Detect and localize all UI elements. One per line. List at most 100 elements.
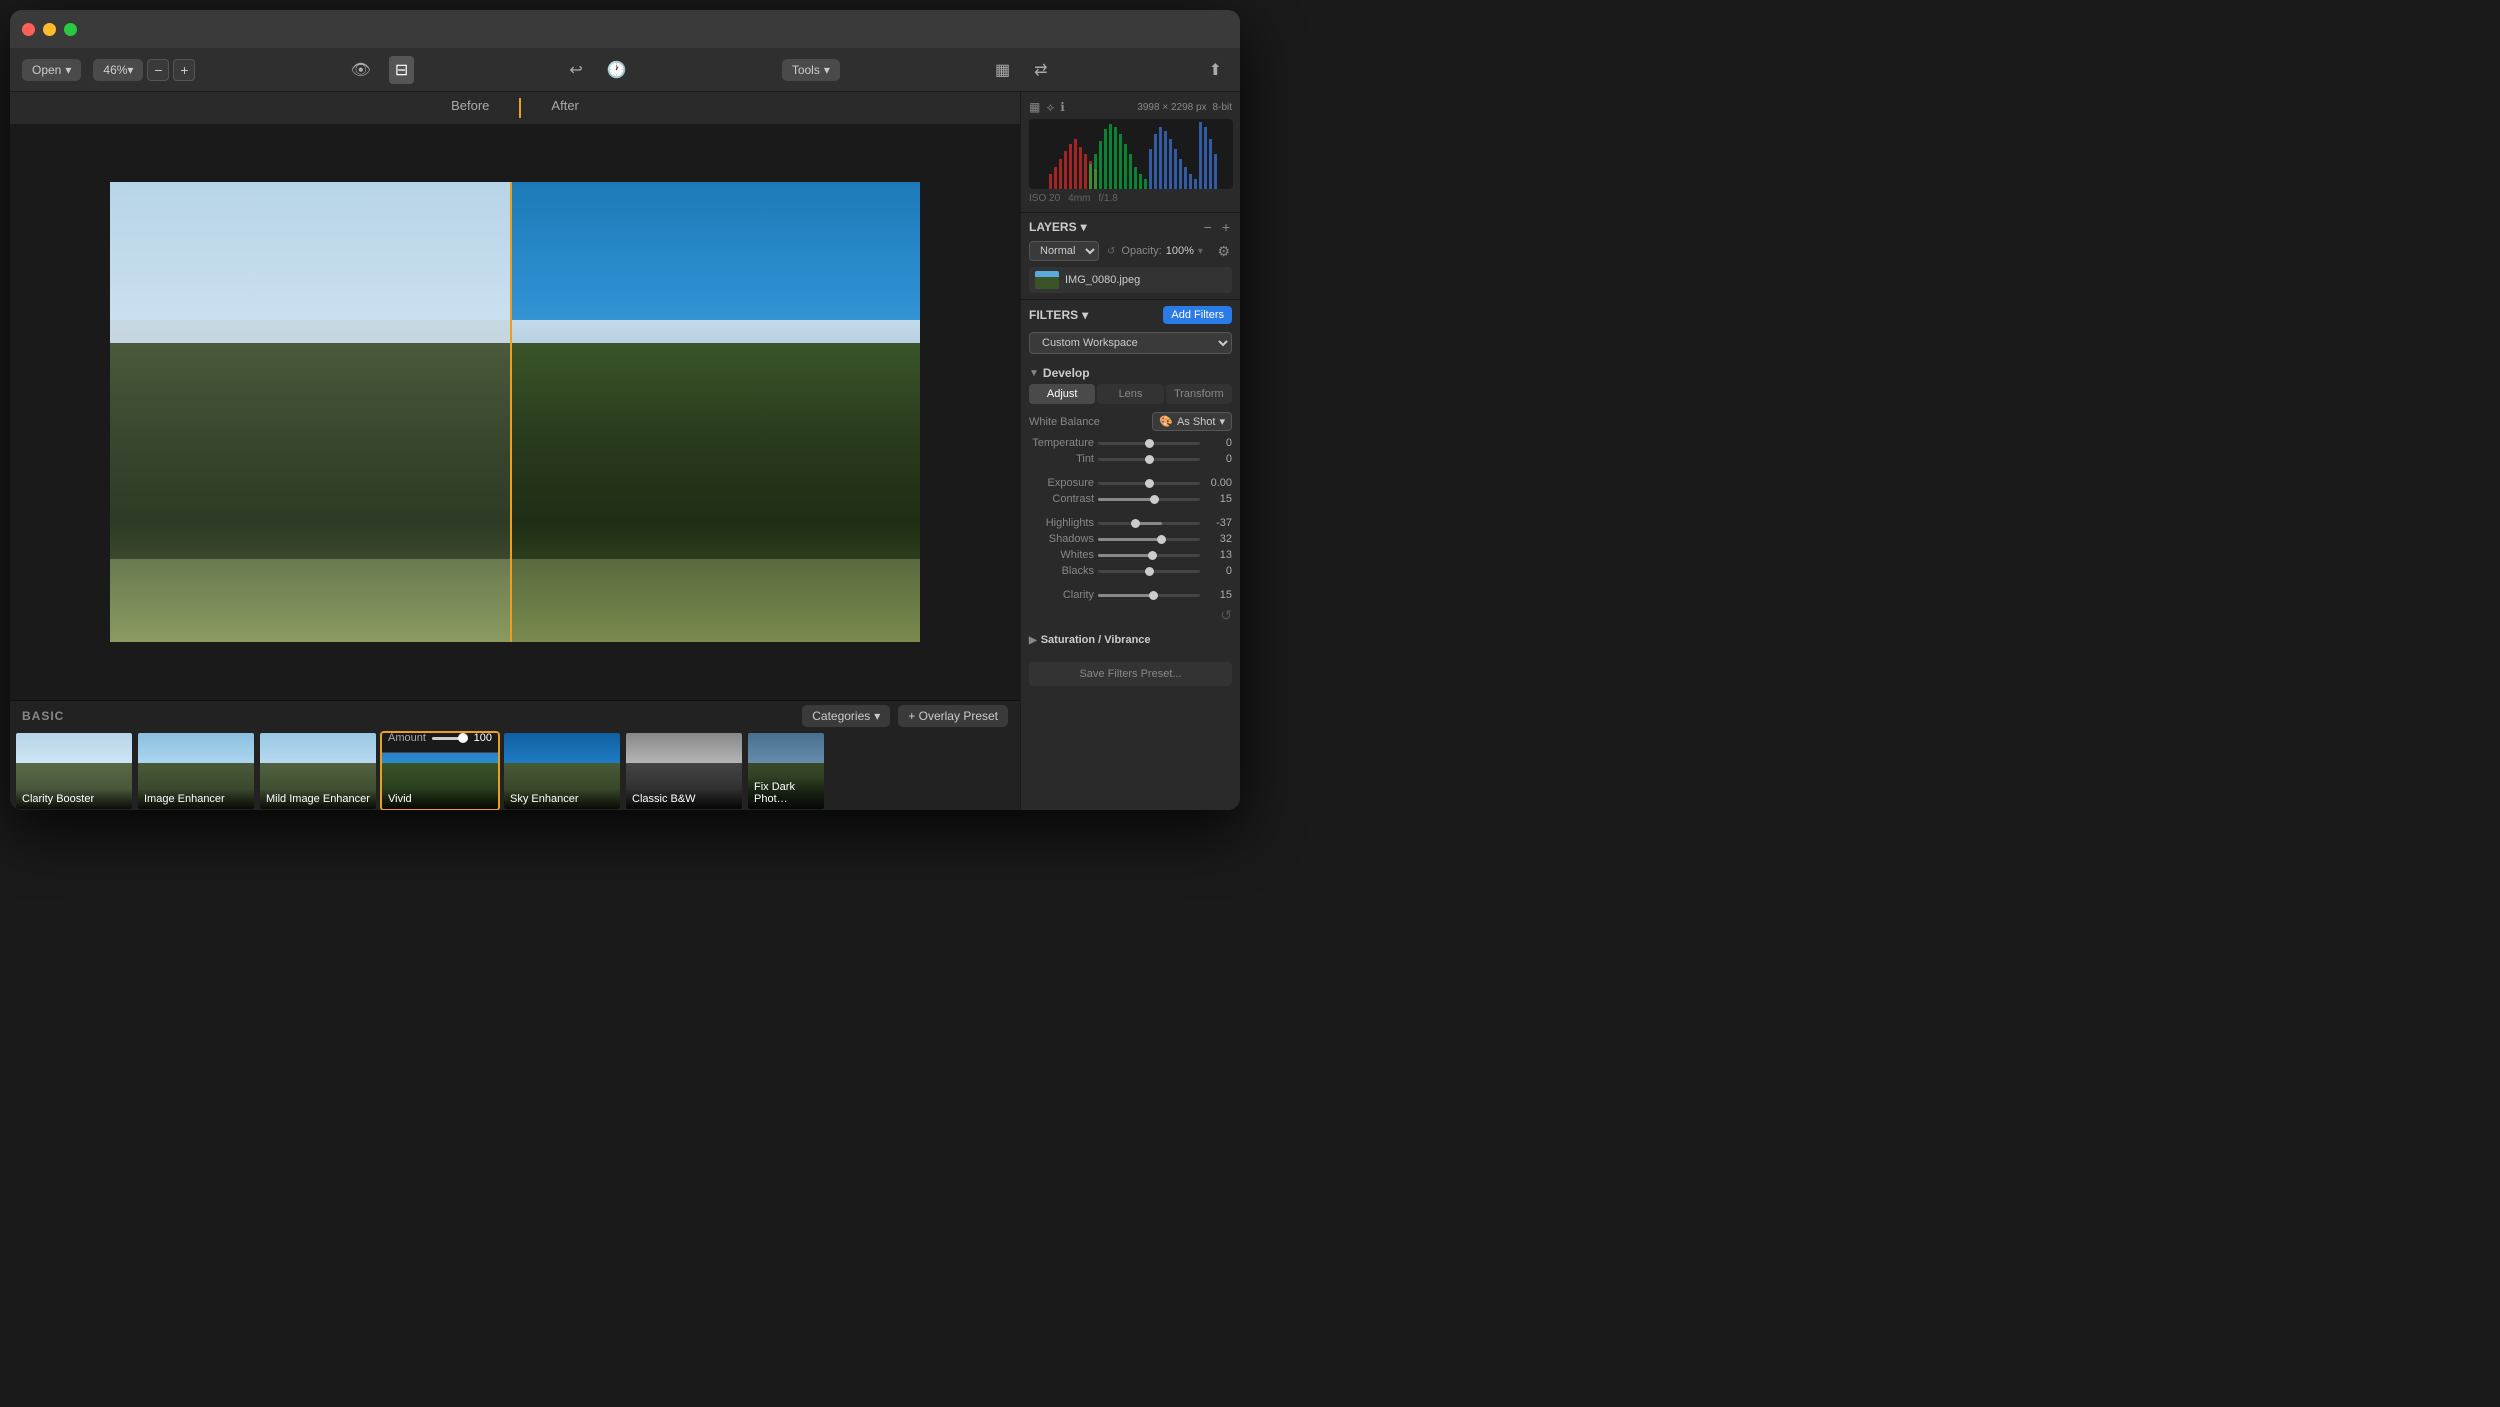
bottom-strip: BASIC Categories ▾ + Overlay Preset bbox=[10, 700, 1020, 810]
layers-add-button[interactable]: + bbox=[1220, 219, 1232, 235]
blacks-thumb bbox=[1145, 567, 1154, 576]
blend-mode-select[interactable]: Normal bbox=[1029, 241, 1099, 261]
workspace-select[interactable]: Custom Workspace bbox=[1029, 332, 1232, 354]
wb-icon: 🎨 bbox=[1159, 415, 1173, 428]
layers-minimize-button[interactable]: − bbox=[1202, 219, 1214, 235]
amount-popup: Amount 100 bbox=[380, 731, 500, 753]
highlights-value: -37 bbox=[1204, 517, 1232, 529]
filters-section: FILTERS ▾ Add Filters Custom Workspace ▼… bbox=[1021, 300, 1240, 810]
clarity-thumb bbox=[1149, 591, 1158, 600]
opacity-row: Opacity: 100% ▾ bbox=[1121, 245, 1209, 257]
histogram-info: ▦ ⟡ ℹ 3998 × 2298 px 8-bit bbox=[1029, 100, 1232, 115]
clarity-row: Clarity 15 bbox=[1029, 589, 1232, 601]
white-balance-row: White Balance 🎨 As Shot ▾ bbox=[1029, 412, 1232, 431]
preset-clarity-booster[interactable]: Clarity Booster bbox=[14, 731, 134, 810]
whites-slider[interactable] bbox=[1098, 554, 1200, 557]
clarity-label: Clarity bbox=[1029, 589, 1094, 601]
preset-classic-bw[interactable]: Classic B&W bbox=[624, 731, 744, 810]
close-button[interactable] bbox=[22, 23, 35, 36]
amount-slider[interactable] bbox=[432, 737, 468, 740]
adjustments-toggle-button[interactable]: ⇄ bbox=[1028, 56, 1053, 84]
layer-item[interactable]: IMG_0080.jpeg bbox=[1029, 267, 1232, 293]
after-ground bbox=[510, 559, 920, 642]
tint-label: Tint bbox=[1029, 453, 1094, 465]
clarity-value: 15 bbox=[1204, 589, 1232, 601]
white-balance-label: White Balance bbox=[1029, 416, 1100, 428]
preset-clarity-booster-label: Clarity Booster bbox=[16, 789, 132, 809]
add-filters-button[interactable]: Add Filters bbox=[1163, 306, 1232, 324]
saturation-arrow-icon: ▶ bbox=[1029, 635, 1037, 646]
open-button[interactable]: Open ▾ bbox=[22, 59, 81, 81]
preset-vivid[interactable]: Amount 100 Vivid bbox=[380, 731, 500, 810]
contrast-value: 15 bbox=[1204, 493, 1232, 505]
contrast-slider[interactable] bbox=[1098, 498, 1200, 501]
minimize-button[interactable] bbox=[43, 23, 56, 36]
develop-arrow-icon: ▼ bbox=[1029, 368, 1039, 379]
zoom-out-button[interactable]: − bbox=[147, 59, 169, 81]
focal-length: 4mm bbox=[1068, 193, 1090, 204]
titlebar bbox=[10, 10, 1240, 48]
layers-title[interactable]: LAYERS ▾ bbox=[1029, 220, 1087, 234]
tint-slider[interactable] bbox=[1098, 458, 1200, 461]
develop-label: Develop bbox=[1043, 366, 1090, 380]
save-filters-preset-button[interactable]: Save Filters Preset... bbox=[1029, 662, 1232, 686]
tab-adjust[interactable]: Adjust bbox=[1029, 384, 1095, 404]
shadows-slider[interactable] bbox=[1098, 538, 1200, 541]
tab-lens[interactable]: Lens bbox=[1097, 384, 1163, 404]
before-after-container bbox=[110, 182, 920, 642]
white-balance-select[interactable]: 🎨 As Shot ▾ bbox=[1152, 412, 1232, 431]
exposure-slider[interactable] bbox=[1098, 482, 1200, 485]
preset-fix-dark[interactable]: Fix Dark Phot… bbox=[746, 731, 826, 810]
preset-image-enhancer-label: Image Enhancer bbox=[138, 789, 254, 809]
categories-button[interactable]: Categories ▾ bbox=[802, 705, 890, 727]
tint-thumb bbox=[1145, 455, 1154, 464]
preset-vivid-label: Vivid bbox=[382, 789, 498, 809]
blend-mode-row: Normal ↺ Opacity: 100% ▾ ⚙ bbox=[1029, 241, 1232, 261]
highlights-slider[interactable] bbox=[1098, 522, 1200, 525]
image-viewer[interactable] bbox=[10, 124, 1020, 700]
contrast-thumb bbox=[1150, 495, 1159, 504]
temperature-slider[interactable] bbox=[1098, 442, 1200, 445]
histogram-icons: ▦ ⟡ ℹ bbox=[1029, 100, 1065, 115]
waveform-icon[interactable]: ⟡ bbox=[1046, 100, 1054, 115]
presets-strip: Clarity Booster Image Enhancer bbox=[10, 731, 1020, 810]
saturation-header[interactable]: ▶ Saturation / Vibrance bbox=[1029, 630, 1232, 650]
after-label: After bbox=[521, 98, 608, 118]
tab-transform[interactable]: Transform bbox=[1166, 384, 1232, 404]
highlights-label: Highlights bbox=[1029, 517, 1094, 529]
preset-image-enhancer[interactable]: Image Enhancer bbox=[136, 731, 256, 810]
clarity-reset-row: ↺ bbox=[1029, 607, 1232, 624]
main-content: Before After bbox=[10, 92, 1240, 810]
zoom-value-button[interactable]: 46% ▾ bbox=[93, 59, 143, 81]
preview-toggle-button[interactable]: 👁 bbox=[345, 56, 377, 84]
maximize-button[interactable] bbox=[64, 23, 77, 36]
export-button[interactable]: ⬆ bbox=[1203, 56, 1228, 84]
develop-header[interactable]: ▼ Develop bbox=[1029, 362, 1232, 384]
overlay-preset-button[interactable]: + Overlay Preset bbox=[898, 705, 1008, 727]
split-line[interactable] bbox=[510, 182, 512, 642]
preset-image-enhancer-sky bbox=[138, 733, 254, 767]
preset-mild-image-enhancer[interactable]: Mild Image Enhancer bbox=[258, 731, 378, 810]
before-image bbox=[110, 182, 510, 642]
undo-button[interactable]: ↩ bbox=[563, 56, 588, 84]
info-icon[interactable]: ℹ bbox=[1060, 100, 1065, 115]
zoom-in-button[interactable]: + bbox=[173, 59, 195, 81]
history-button[interactable]: 🕐 bbox=[601, 56, 633, 84]
reset-button[interactable]: ↺ bbox=[1220, 607, 1232, 624]
saturation-label: Saturation / Vibrance bbox=[1041, 634, 1151, 646]
histogram-icon[interactable]: ▦ bbox=[1029, 100, 1040, 115]
filters-title[interactable]: FILTERS ▾ bbox=[1029, 308, 1088, 322]
shadows-value: 32 bbox=[1204, 533, 1232, 545]
split-view-button[interactable]: ⊟ bbox=[389, 56, 414, 84]
layer-settings-button[interactable]: ⚙ bbox=[1215, 243, 1232, 260]
clarity-fill bbox=[1098, 594, 1153, 597]
clarity-slider[interactable] bbox=[1098, 594, 1200, 597]
temperature-label: Temperature bbox=[1029, 437, 1094, 449]
develop-tabs: Adjust Lens Transform bbox=[1029, 384, 1232, 404]
tools-button[interactable]: Tools ▾ bbox=[782, 59, 840, 81]
shadows-thumb bbox=[1157, 535, 1166, 544]
exposure-thumb bbox=[1145, 479, 1154, 488]
histogram-toggle-button[interactable]: ▦ bbox=[989, 56, 1016, 84]
preset-sky-enhancer[interactable]: Sky Enhancer bbox=[502, 731, 622, 810]
blacks-slider[interactable] bbox=[1098, 570, 1200, 573]
